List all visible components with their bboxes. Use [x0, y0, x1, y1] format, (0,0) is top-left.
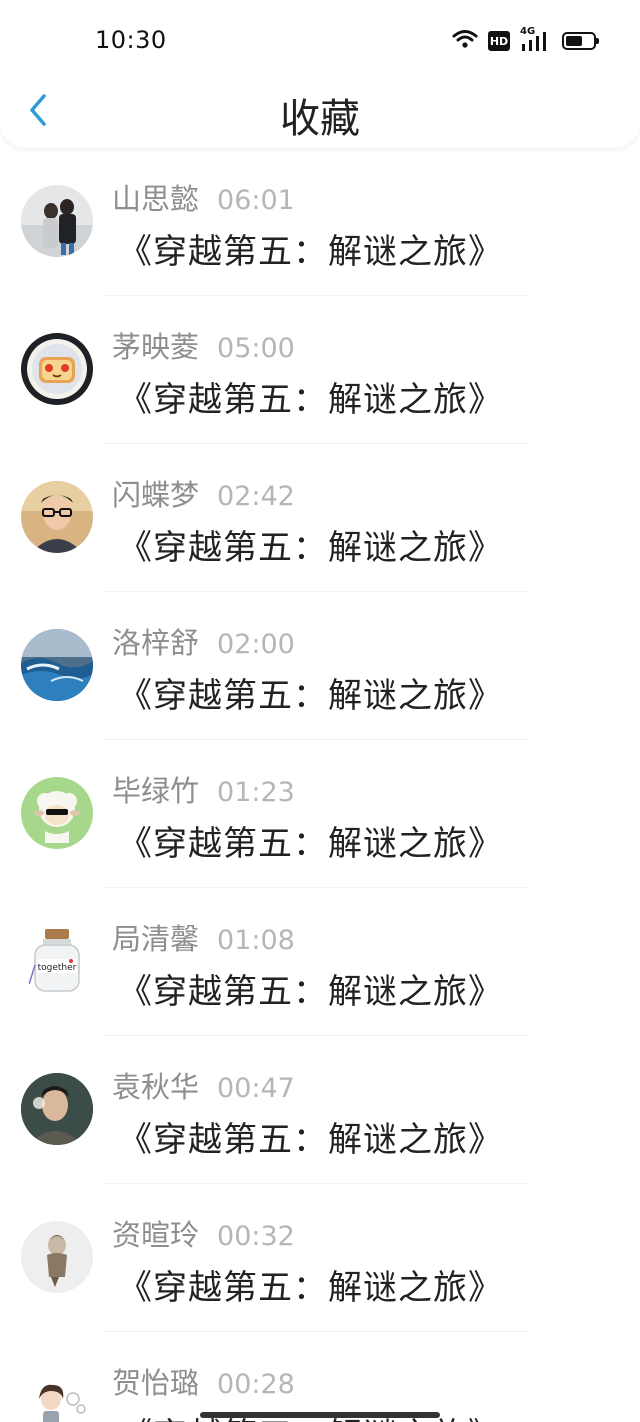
work-title: 《穿越第五：解谜之旅》: [118, 528, 503, 568]
list-item[interactable]: 贺怡璐00:28《穿越第五：解谜之旅》: [0, 1332, 640, 1422]
hd-icon: HD: [488, 31, 510, 51]
user-name: 洛梓舒: [112, 626, 200, 660]
work-title: 《穿越第五：解谜之旅》: [118, 972, 503, 1012]
header: 收藏: [0, 80, 640, 148]
item-meta: 资暄玲 00:32: [112, 1212, 295, 1254]
avatar[interactable]: [21, 333, 93, 405]
list-item[interactable]: 资暄玲 00:32 《穿越第五：解谜之旅》: [0, 1184, 640, 1332]
signal-icon: 4G: [520, 26, 552, 52]
status-bar: 10:30 HD 4G: [0, 0, 640, 80]
list-item[interactable]: 毕绿竹 01:23 《穿越第五：解谜之旅》: [0, 740, 640, 888]
avatar[interactable]: [21, 777, 93, 849]
list-item[interactable]: 山思懿 06:01 《穿越第五：解谜之旅》: [0, 148, 640, 296]
avatar[interactable]: [21, 629, 93, 701]
user-name: 局清馨: [112, 922, 200, 956]
work-title: 《穿越第五：解谜之旅》: [118, 1268, 503, 1308]
item-meta: 局清馨 01:08: [112, 916, 295, 958]
avatar[interactable]: together: [21, 925, 93, 997]
user-name: 山思懿: [112, 182, 200, 216]
user-name: 资暄玲: [112, 1218, 200, 1252]
work-title: 《穿越第五：解谜之旅》: [118, 232, 503, 272]
svg-text:together: together: [38, 963, 77, 973]
work-title: 《穿越第五：解谜之旅》: [118, 380, 503, 420]
item-meta: 洛梓舒 02:00: [112, 620, 295, 662]
avatar[interactable]: [21, 1221, 93, 1293]
timestamp: 00:32: [217, 1221, 295, 1252]
work-title: 《穿越第五：解谜之旅》: [118, 1120, 503, 1160]
user-name: 毕绿竹: [112, 774, 200, 808]
timestamp: 06:01: [217, 185, 295, 216]
item-meta: 茅映菱 05:00: [112, 324, 295, 366]
item-meta: 贺怡璐 00:28: [112, 1360, 295, 1402]
timestamp: 02:42: [217, 481, 295, 512]
user-name: 袁秋华: [112, 1070, 200, 1104]
avatar[interactable]: [21, 1369, 93, 1422]
user-name: 贺怡璐: [112, 1366, 200, 1400]
work-title: 《穿越第五：解谜之旅》: [118, 824, 503, 864]
timestamp: 00:28: [217, 1369, 295, 1400]
list-item[interactable]: together 局清馨 01:08 《穿越第五：解谜之旅》: [0, 888, 640, 1036]
avatar[interactable]: [21, 481, 93, 553]
favorites-list: 山思懿 06:01 《穿越第五：解谜之旅》 茅映菱 05:00 《穿越第五：解谜之旅》 闪蝶…: [0, 148, 640, 1422]
user-name: 茅映菱: [112, 330, 200, 364]
status-time: 10:30: [95, 26, 167, 54]
timestamp: 05:00: [217, 333, 295, 364]
item-meta: 山思懿 06:01: [112, 176, 295, 218]
work-title: 《穿越第五：解谜之旅》: [118, 676, 503, 716]
list-item[interactable]: 茅映菱 05:00 《穿越第五：解谜之旅》: [0, 296, 640, 444]
timestamp: 00:47: [217, 1073, 295, 1104]
list-item[interactable]: 袁秋华 00:47 《穿越第五：解谜之旅》: [0, 1036, 640, 1184]
battery-level: [566, 36, 582, 46]
list-item[interactable]: 闪蝶梦 02:42 《穿越第五：解谜之旅》: [0, 444, 640, 592]
wifi-icon: [452, 29, 478, 53]
battery-icon: [562, 32, 599, 50]
page-title: 收藏: [280, 96, 360, 142]
status-icons: HD 4G: [452, 26, 599, 54]
timestamp: 02:00: [217, 629, 295, 660]
timestamp: 01:08: [217, 925, 295, 956]
user-name: 闪蝶梦: [112, 478, 200, 512]
avatar[interactable]: [21, 185, 93, 257]
item-meta: 袁秋华 00:47: [112, 1064, 295, 1106]
timestamp: 01:23: [217, 777, 295, 808]
home-indicator[interactable]: [200, 1412, 440, 1418]
item-meta: 闪蝶梦 02:42: [112, 472, 295, 514]
list-item[interactable]: 洛梓舒 02:00 《穿越第五：解谜之旅》: [0, 592, 640, 740]
avatar[interactable]: [21, 1073, 93, 1145]
item-meta: 毕绿竹 01:23: [112, 768, 295, 810]
